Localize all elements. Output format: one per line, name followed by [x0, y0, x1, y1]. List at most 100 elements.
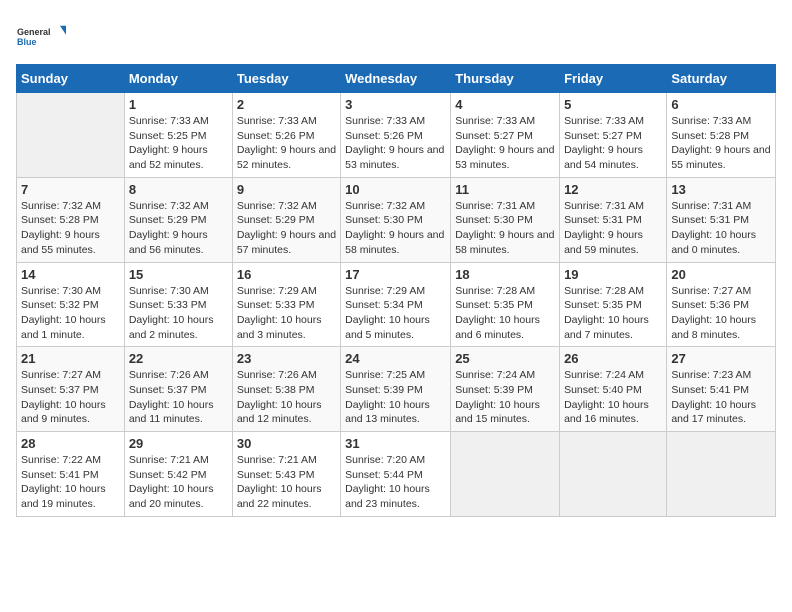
logo: General Blue [16, 16, 66, 56]
day-number: 14 [21, 267, 120, 282]
calendar-week-row: 28 Sunrise: 7:22 AMSunset: 5:41 PMDayligh… [17, 432, 776, 517]
header-monday: Monday [124, 65, 232, 93]
day-number: 6 [671, 97, 771, 112]
calendar-cell: 16 Sunrise: 7:29 AMSunset: 5:33 PMDayligh… [232, 262, 340, 347]
day-number: 17 [345, 267, 446, 282]
calendar-cell: 8 Sunrise: 7:32 AMSunset: 5:29 PMDaylight… [124, 177, 232, 262]
calendar-cell: 17 Sunrise: 7:29 AMSunset: 5:34 PMDayligh… [341, 262, 451, 347]
calendar-week-row: 1Sunrise: 7:33 AMSunset: 5:25 PMDaylight… [17, 93, 776, 178]
header-wednesday: Wednesday [341, 65, 451, 93]
calendar-cell: 3 Sunrise: 7:33 AMSunset: 5:26 PMDaylight… [341, 93, 451, 178]
calendar-cell [667, 432, 776, 517]
day-number: 24 [345, 351, 446, 366]
day-info: Sunrise: 7:25 AMSunset: 5:39 PMDaylight:… [345, 368, 446, 427]
logo-svg: General Blue [16, 16, 66, 56]
day-info: Sunrise: 7:32 AMSunset: 5:30 PMDaylight:… [345, 199, 446, 258]
day-info: Sunrise: 7:33 AMSunset: 5:27 PMDaylight:… [455, 114, 555, 173]
day-number: 26 [564, 351, 662, 366]
calendar-cell: 31 Sunrise: 7:20 AMSunset: 5:44 PMDayligh… [341, 432, 451, 517]
day-number: 23 [237, 351, 336, 366]
calendar-cell [451, 432, 560, 517]
calendar-table: SundayMondayTuesdayWednesdayThursdayFrid… [16, 64, 776, 517]
day-info: Sunrise: 7:29 AMSunset: 5:33 PMDaylight:… [237, 284, 336, 343]
calendar-cell: 25 Sunrise: 7:24 AMSunset: 5:39 PMDayligh… [451, 347, 560, 432]
day-info: Sunrise: 7:32 AMSunset: 5:28 PMDaylight:… [21, 199, 120, 258]
calendar-cell: 24 Sunrise: 7:25 AMSunset: 5:39 PMDayligh… [341, 347, 451, 432]
day-number: 31 [345, 436, 446, 451]
day-number: 29 [129, 436, 228, 451]
header-sunday: Sunday [17, 65, 125, 93]
day-number: 1 [129, 97, 228, 112]
day-info: Sunrise: 7:21 AMSunset: 5:43 PMDaylight:… [237, 453, 336, 512]
day-number: 2 [237, 97, 336, 112]
day-info: Sunrise: 7:27 AMSunset: 5:37 PMDaylight:… [21, 368, 120, 427]
calendar-cell [560, 432, 667, 517]
calendar-cell [17, 93, 125, 178]
calendar-cell: 9 Sunrise: 7:32 AMSunset: 5:29 PMDaylight… [232, 177, 340, 262]
svg-text:Blue: Blue [17, 37, 37, 47]
calendar-cell: 6 Sunrise: 7:33 AMSunset: 5:28 PMDaylight… [667, 93, 776, 178]
day-number: 30 [237, 436, 336, 451]
header-friday: Friday [560, 65, 667, 93]
calendar-cell: 4Sunrise: 7:33 AMSunset: 5:27 PMDaylight… [451, 93, 560, 178]
day-info: Sunrise: 7:23 AMSunset: 5:41 PMDaylight:… [671, 368, 771, 427]
calendar-cell: 13Sunrise: 7:31 AMSunset: 5:31 PMDayligh… [667, 177, 776, 262]
day-info: Sunrise: 7:24 AMSunset: 5:40 PMDaylight:… [564, 368, 662, 427]
day-number: 25 [455, 351, 555, 366]
day-number: 28 [21, 436, 120, 451]
day-info: Sunrise: 7:24 AMSunset: 5:39 PMDaylight:… [455, 368, 555, 427]
day-info: Sunrise: 7:29 AMSunset: 5:34 PMDaylight:… [345, 284, 446, 343]
day-number: 19 [564, 267, 662, 282]
calendar-week-row: 7Sunrise: 7:32 AMSunset: 5:28 PMDaylight… [17, 177, 776, 262]
day-info: Sunrise: 7:20 AMSunset: 5:44 PMDaylight:… [345, 453, 446, 512]
day-info: Sunrise: 7:28 AMSunset: 5:35 PMDaylight:… [455, 284, 555, 343]
page-header: General Blue [16, 16, 776, 56]
day-info: Sunrise: 7:22 AMSunset: 5:41 PMDaylight:… [21, 453, 120, 512]
calendar-cell: 12Sunrise: 7:31 AMSunset: 5:31 PMDayligh… [560, 177, 667, 262]
day-number: 16 [237, 267, 336, 282]
day-number: 13 [671, 182, 771, 197]
day-info: Sunrise: 7:33 AMSunset: 5:28 PMDaylight:… [671, 114, 771, 173]
day-number: 12 [564, 182, 662, 197]
day-number: 21 [21, 351, 120, 366]
calendar-cell: 30 Sunrise: 7:21 AMSunset: 5:43 PMDayligh… [232, 432, 340, 517]
day-info: Sunrise: 7:26 AMSunset: 5:38 PMDaylight:… [237, 368, 336, 427]
day-info: Sunrise: 7:21 AMSunset: 5:42 PMDaylight:… [129, 453, 228, 512]
header-saturday: Saturday [667, 65, 776, 93]
calendar-week-row: 14 Sunrise: 7:30 AMSunset: 5:32 PMDayligh… [17, 262, 776, 347]
calendar-cell: 11 Sunrise: 7:31 AMSunset: 5:30 PMDayligh… [451, 177, 560, 262]
calendar-cell: 23 Sunrise: 7:26 AMSunset: 5:38 PMDayligh… [232, 347, 340, 432]
calendar-cell: 27 Sunrise: 7:23 AMSunset: 5:41 PMDayligh… [667, 347, 776, 432]
day-info: Sunrise: 7:26 AMSunset: 5:37 PMDaylight:… [129, 368, 228, 427]
day-number: 22 [129, 351, 228, 366]
calendar-cell: 5 Sunrise: 7:33 AMSunset: 5:27 PMDaylight… [560, 93, 667, 178]
day-info: Sunrise: 7:27 AMSunset: 5:36 PMDaylight:… [671, 284, 771, 343]
day-number: 11 [455, 182, 555, 197]
calendar-cell: 29 Sunrise: 7:21 AMSunset: 5:42 PMDayligh… [124, 432, 232, 517]
day-info: Sunrise: 7:30 AMSunset: 5:32 PMDaylight:… [21, 284, 120, 343]
day-number: 18 [455, 267, 555, 282]
calendar-cell: 18 Sunrise: 7:28 AMSunset: 5:35 PMDayligh… [451, 262, 560, 347]
day-number: 8 [129, 182, 228, 197]
calendar-cell: 10 Sunrise: 7:32 AMSunset: 5:30 PMDayligh… [341, 177, 451, 262]
calendar-cell: 28 Sunrise: 7:22 AMSunset: 5:41 PMDayligh… [17, 432, 125, 517]
day-info: Sunrise: 7:30 AMSunset: 5:33 PMDaylight:… [129, 284, 228, 343]
calendar-cell: 19Sunrise: 7:28 AMSunset: 5:35 PMDayligh… [560, 262, 667, 347]
calendar-cell: 22 Sunrise: 7:26 AMSunset: 5:37 PMDayligh… [124, 347, 232, 432]
day-info: Sunrise: 7:32 AMSunset: 5:29 PMDaylight:… [129, 199, 228, 258]
day-info: Sunrise: 7:33 AMSunset: 5:27 PMDaylight:… [564, 114, 662, 173]
day-number: 10 [345, 182, 446, 197]
day-info: Sunrise: 7:32 AMSunset: 5:29 PMDaylight:… [237, 199, 336, 258]
calendar-cell: 20Sunrise: 7:27 AMSunset: 5:36 PMDayligh… [667, 262, 776, 347]
day-number: 5 [564, 97, 662, 112]
svg-text:General: General [17, 27, 51, 37]
day-number: 27 [671, 351, 771, 366]
calendar-week-row: 21 Sunrise: 7:27 AMSunset: 5:37 PMDayligh… [17, 347, 776, 432]
calendar-cell: 15Sunrise: 7:30 AMSunset: 5:33 PMDayligh… [124, 262, 232, 347]
day-number: 3 [345, 97, 446, 112]
header-thursday: Thursday [451, 65, 560, 93]
day-number: 9 [237, 182, 336, 197]
day-info: Sunrise: 7:31 AMSunset: 5:30 PMDaylight:… [455, 199, 555, 258]
day-info: Sunrise: 7:33 AMSunset: 5:26 PMDaylight:… [345, 114, 446, 173]
calendar-cell: 7Sunrise: 7:32 AMSunset: 5:28 PMDaylight… [17, 177, 125, 262]
